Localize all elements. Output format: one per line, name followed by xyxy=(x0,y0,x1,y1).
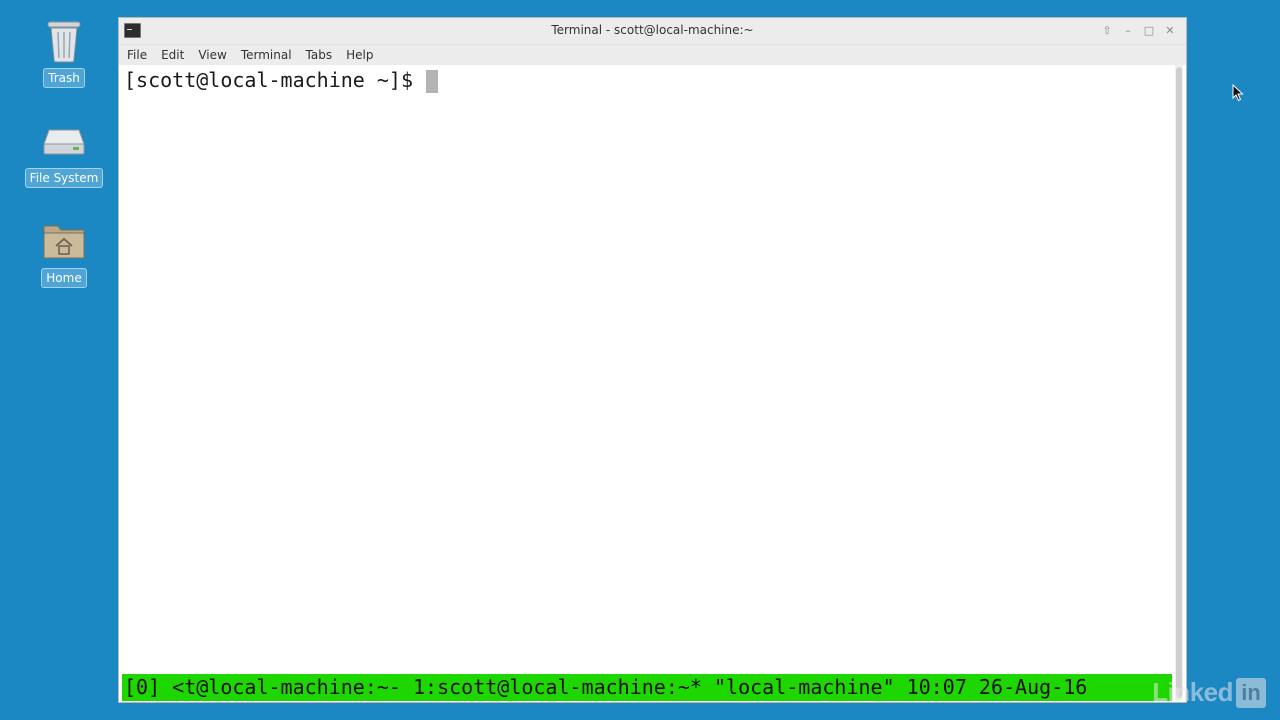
desktop-icon-label: Trash xyxy=(43,68,85,88)
vertical-scrollbar[interactable] xyxy=(1175,65,1183,700)
tmux-status-bar: [0] <t@local-machine:~- 1:scott@local-ma… xyxy=(122,674,1172,701)
desktop-icon-trash[interactable]: Trash xyxy=(24,18,104,88)
close-button[interactable]: ✕ xyxy=(1160,22,1180,39)
desktop-icon-file-system[interactable]: File System xyxy=(24,118,104,188)
minimize-button[interactable]: – xyxy=(1118,22,1138,39)
shell-prompt: [scott@local-machine ~]$ xyxy=(124,68,426,92)
menu-tabs[interactable]: Tabs xyxy=(306,48,333,62)
desktop-icon-label: Home xyxy=(41,268,87,288)
window-titlebar[interactable]: Terminal - scott@local-machine:~ ⇧ – □ ✕ xyxy=(119,18,1186,45)
text-cursor xyxy=(426,70,439,93)
scrollbar-thumb[interactable] xyxy=(1176,67,1182,698)
menu-help[interactable]: Help xyxy=(346,48,373,62)
linkedin-watermark: Linked in xyxy=(1152,677,1266,708)
menu-edit[interactable]: Edit xyxy=(161,48,184,62)
shell-prompt-line: [scott@local-machine ~]$ xyxy=(124,67,439,93)
window-title: Terminal - scott@local-machine:~ xyxy=(551,23,754,37)
watermark-logo: in xyxy=(1236,677,1266,708)
trash-icon xyxy=(40,18,88,64)
terminal-area[interactable]: [scott@local-machine ~]$ xyxy=(119,65,1172,702)
maximize-button[interactable]: □ xyxy=(1139,22,1159,39)
menu-file[interactable]: File xyxy=(127,48,147,62)
menu-terminal[interactable]: Terminal xyxy=(241,48,292,62)
shade-up-icon[interactable]: ⇧ xyxy=(1097,22,1117,39)
drive-icon xyxy=(40,118,88,164)
menubar: File Edit View Terminal Tabs Help xyxy=(119,45,1186,65)
desktop-icon-label: File System xyxy=(24,168,104,188)
watermark-text: Linked xyxy=(1152,677,1233,707)
desktop-icon-home[interactable]: Home xyxy=(24,218,104,288)
terminal-window: Terminal - scott@local-machine:~ ⇧ – □ ✕… xyxy=(118,17,1187,703)
window-controls: ⇧ – □ ✕ xyxy=(1097,22,1180,39)
mouse-pointer-icon xyxy=(1232,83,1244,106)
home-folder-icon xyxy=(40,218,88,264)
menu-view[interactable]: View xyxy=(198,48,226,62)
